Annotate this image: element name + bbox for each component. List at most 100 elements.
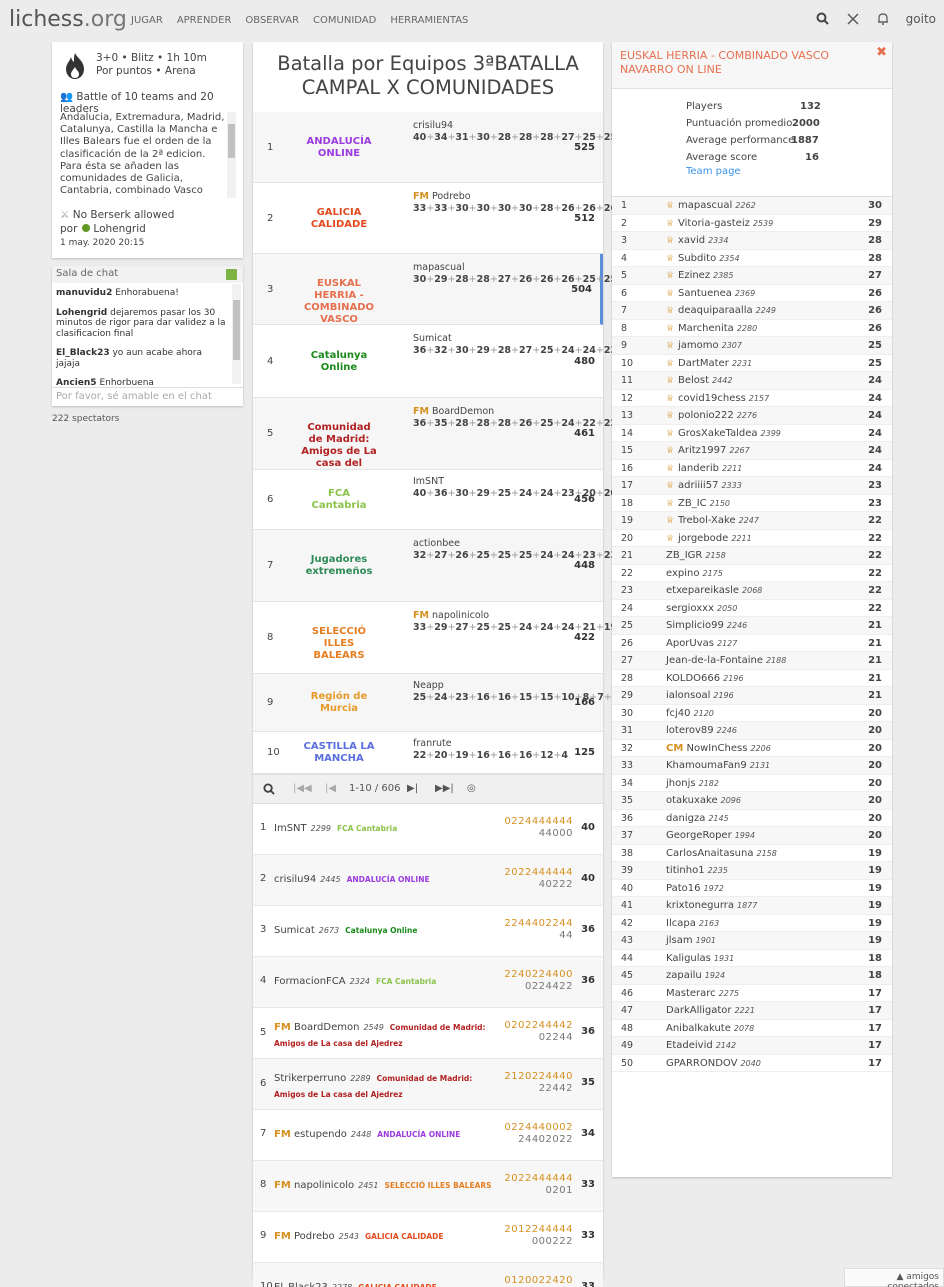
team-name[interactable]: Jugadores extremeños	[299, 554, 379, 578]
team-name[interactable]: FCA Cantabria	[299, 488, 379, 512]
team-player-row[interactable]: 50 GPARRONDOV 2040 17	[612, 1054, 892, 1072]
player-name[interactable]: ImSNT	[274, 823, 307, 834]
team-player-name[interactable]: Marchenita	[678, 323, 734, 334]
team-player-name[interactable]: ialonsoal	[666, 690, 710, 701]
team-player-row[interactable]: 47 DarkAlligator 2221 17	[612, 1002, 892, 1020]
chat-user[interactable]: El_Black23	[56, 348, 110, 358]
team-player-row[interactable]: 38 CarlosAnaitasuna 2158 19	[612, 844, 892, 862]
team-player-name[interactable]: jorgebode	[678, 533, 728, 544]
player-name[interactable]: Sumicat	[274, 925, 315, 936]
team-player-name[interactable]: Kaligulas	[666, 953, 711, 964]
player-name[interactable]: El_Black23	[274, 1282, 328, 1287]
team-player-row[interactable]: 23 etxepareikasle 2068 22	[612, 582, 892, 600]
team-player-name[interactable]: Trebol-Xake	[678, 515, 736, 526]
team-player-row[interactable]: 21 ZB_IGR 2158 22	[612, 547, 892, 565]
team-player-name[interactable]: landerib	[678, 463, 719, 474]
creator-link[interactable]: Lohengrid	[93, 223, 145, 235]
team-player-name[interactable]: danigza	[666, 813, 705, 824]
team-name[interactable]: CASTILLA LA MANCHA	[299, 741, 379, 765]
team-row[interactable]: 2 GALICIA CALIDADE FM Podrebo 33+33+30+30+…	[253, 183, 829, 254]
team-player-name[interactable]: mapascual	[678, 200, 732, 211]
team-row[interactable]: 8 SELECCIÓ ILLES BALEARS FM napolinicolo 3…	[253, 602, 829, 674]
description-scrollbar[interactable]	[227, 112, 236, 198]
team-player-name[interactable]: Jean-de-la-Fontaine	[666, 655, 763, 666]
prev-page-icon[interactable]: |◀	[325, 783, 336, 794]
chat-scrollbar[interactable]	[232, 284, 241, 384]
team-player-row[interactable]: 7 ♕ deaquiparaalla 2249 26	[612, 302, 892, 320]
team-row[interactable]: 1 ANDALUCÍA ONLINE crisilu94 40+34+31+30+2…	[253, 112, 829, 183]
team-player-name[interactable]: jlsam	[666, 935, 693, 946]
team-player-name[interactable]: adriiii57	[678, 480, 718, 491]
bell-icon[interactable]	[876, 12, 890, 26]
team-player-row[interactable]: 34 jhonjs 2182 20	[612, 774, 892, 792]
team-player-row[interactable]: 8 ♕ Marchenita 2280 26	[612, 319, 892, 337]
team-player-name[interactable]: GPARRONDOV	[666, 1058, 737, 1069]
player-row[interactable]: 10El_Black23 2278 GALICIA CALIDADE 01200224…	[253, 1263, 603, 1287]
team-player-name[interactable]: KOLDO666	[666, 673, 720, 684]
team-name[interactable]: Catalunya Online	[299, 350, 379, 374]
player-name[interactable]: Podrebo	[294, 1231, 335, 1242]
nav-jugar[interactable]: JUGAR	[131, 15, 163, 26]
team-player-name[interactable]: GeorgeRoper	[666, 830, 732, 841]
team-player-name[interactable]: ZB_IGR	[666, 550, 702, 561]
team-player-row[interactable]: 31 loterov89 2246 20	[612, 722, 892, 740]
player-row[interactable]: 3 Sumicat 2673 Catalunya Online 2244402244 44…	[253, 906, 603, 957]
player-team[interactable]: SELECCIÓ ILLES BALEARS	[384, 1181, 491, 1190]
player-team[interactable]: FCA Cantabria	[376, 977, 436, 986]
team-player-name[interactable]: GrosXakeTaldea	[678, 428, 758, 439]
player-name[interactable]: Strikerperruno	[274, 1073, 346, 1084]
team-player-name[interactable]: Belost	[678, 375, 709, 386]
team-player-row[interactable]: 16 ♕ landerib 2211 24	[612, 459, 892, 477]
team-row[interactable]: 9 Región de Murcia Neapp 25+24+23+16+16+15…	[253, 674, 721, 732]
team-player-row[interactable]: 40 Pato16 1972 19	[612, 879, 892, 897]
player-team[interactable]: FCA Cantabria	[337, 824, 397, 833]
player-name[interactable]: napolinicolo	[294, 1180, 354, 1191]
team-player-row[interactable]: 43 jlsam 1901 19	[612, 932, 892, 950]
player-row[interactable]: 1 ImSNT 2299 FCA Cantabria 0224444444 44000 40	[253, 804, 603, 855]
team-player-name[interactable]: Aritz1997	[678, 445, 726, 456]
team-name[interactable]: Región de Murcia	[299, 691, 379, 715]
team-player-row[interactable]: 48 Anibalkakute 2078 17	[612, 1019, 892, 1037]
team-name[interactable]: GALICIA CALIDADE	[299, 207, 379, 231]
team-player-name[interactable]: CarlosAnaitasuna	[666, 848, 753, 859]
search-icon[interactable]	[816, 12, 830, 26]
team-name[interactable]: ANDALUCÍA ONLINE	[299, 136, 379, 160]
team-player-name[interactable]: expino	[666, 568, 699, 579]
challenge-swords-icon[interactable]	[846, 12, 860, 26]
team-player-name[interactable]: otakuxake	[666, 795, 718, 806]
team-player-row[interactable]: 6 ♕ Santuenea 2369 26	[612, 284, 892, 302]
team-player-row[interactable]: 4 ♕ Subdito 2354 28	[612, 249, 892, 267]
team-player-row[interactable]: 33 KhamoumaFan9 2131 20	[612, 757, 892, 775]
player-row[interactable]: 6 Strikerperruno 2289 Comunidad de Madrid: …	[253, 1059, 603, 1110]
team-player-name[interactable]: jhonjs	[666, 778, 696, 789]
team-player-name[interactable]: Anibalkakute	[666, 1023, 731, 1034]
player-team[interactable]: GALICIA CALIDADE	[365, 1232, 444, 1241]
nav-herramientas[interactable]: HERRAMIENTAS	[390, 15, 468, 26]
nav-comunidad[interactable]: COMUNIDAD	[313, 15, 376, 26]
team-player-name[interactable]: ZB_IC	[678, 498, 707, 509]
last-page-icon[interactable]: ▶▶|	[435, 783, 454, 794]
chat-user[interactable]: manuvidu2	[56, 288, 112, 298]
team-page-link[interactable]: Team page	[686, 166, 741, 177]
team-player-name[interactable]: Ezinez	[678, 270, 710, 281]
team-player-row[interactable]: 10 ♕ DartMater 2231 25	[612, 354, 892, 372]
team-player-row[interactable]: 15 ♕ Aritz1997 2267 24	[612, 442, 892, 460]
team-player-row[interactable]: 5 ♕ Ezinez 2385 27	[612, 267, 892, 285]
team-player-row[interactable]: 42 Ilcapa 2163 19	[612, 914, 892, 932]
team-player-row[interactable]: 45 zapailu 1924 18	[612, 967, 892, 985]
team-player-row[interactable]: 20 ♕ jorgebode 2211 22	[612, 529, 892, 547]
player-team[interactable]: GALICIA CALIDADE	[358, 1283, 437, 1287]
team-player-row[interactable]: 44 Kaligulas 1931 18	[612, 949, 892, 967]
team-player-row[interactable]: 14 ♕ GrosXakeTaldea 2399 24	[612, 424, 892, 442]
team-player-row[interactable]: 39 titinho1 2235 19	[612, 862, 892, 880]
player-team[interactable]: Catalunya Online	[345, 926, 417, 935]
team-player-name[interactable]: covid19chess	[678, 393, 746, 404]
team-player-row[interactable]: 17 ♕ adriiii57 2333 23	[612, 477, 892, 495]
player-row[interactable]: 9 FM Podrebo 2543 GALICIA CALIDADE 201224444…	[253, 1212, 603, 1263]
team-player-row[interactable]: 49 Etadeivid 2142 17	[612, 1037, 892, 1055]
team-player-name[interactable]: zapailu	[666, 970, 702, 981]
team-player-name[interactable]: deaquiparaalla	[678, 305, 753, 316]
player-name[interactable]: estupendo	[294, 1129, 347, 1140]
player-team[interactable]: ANDALUCÍA ONLINE	[377, 1130, 460, 1139]
username-link[interactable]: goito	[906, 12, 936, 26]
